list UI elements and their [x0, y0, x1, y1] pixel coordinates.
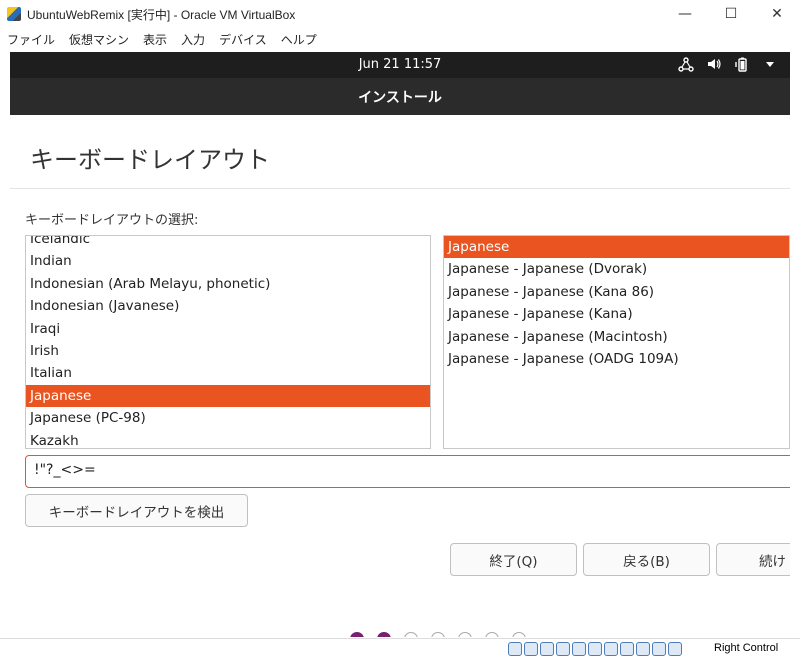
video-capture-icon[interactable]	[620, 642, 634, 656]
layout-item[interactable]: Japanese (PC-98)	[26, 407, 430, 429]
mouse-integration-icon[interactable]	[636, 642, 650, 656]
network-icon[interactable]	[678, 56, 694, 72]
display-icon[interactable]	[604, 642, 618, 656]
menu-devices[interactable]: デバイス	[212, 31, 274, 48]
menu-input[interactable]: 入力	[174, 31, 212, 48]
variant-item[interactable]: Japanese - Japanese (Kana)	[444, 303, 789, 325]
volume-icon[interactable]	[706, 56, 722, 72]
cpu-icon[interactable]	[652, 642, 666, 656]
layout-item[interactable]: Icelandic	[26, 236, 430, 250]
menu-view[interactable]: 表示	[136, 31, 174, 48]
guest-top-bar: Jun 21 11:57	[10, 52, 790, 78]
layout-select-label: キーボードレイアウトの選択:	[25, 213, 199, 228]
menu-file[interactable]: ファイル	[0, 31, 62, 48]
variant-item[interactable]: Japanese - Japanese (Dvorak)	[444, 258, 789, 280]
menu-arrow-icon[interactable]	[762, 56, 778, 72]
title-divider	[10, 188, 790, 189]
shared-folders-icon[interactable]	[588, 642, 602, 656]
variant-list[interactable]: Japanese Japanese - Japanese (Dvorak) Ja…	[443, 235, 790, 449]
progress-dot	[485, 632, 499, 637]
optical-drive-icon[interactable]	[524, 642, 538, 656]
audio-icon[interactable]	[540, 642, 554, 656]
page-title: キーボードレイアウト	[30, 146, 270, 174]
variant-item-selected[interactable]: Japanese	[444, 236, 789, 259]
layout-item-selected[interactable]: Japanese	[26, 384, 430, 408]
host-menu-bar: ファイル 仮想マシン 表示 入力 デバイス ヘルプ	[0, 28, 800, 50]
menu-help[interactable]: ヘルプ	[274, 31, 324, 48]
vm-screen[interactable]: Jun 21 11:57 インストール キーボードレイアウト キーボードレイアウ…	[10, 52, 790, 637]
continue-button[interactable]: 続け	[716, 543, 790, 576]
host-title-bar: UbuntuWebRemix [実行中] - Oracle VM Virtual…	[0, 0, 800, 28]
virtualbox-icon	[7, 7, 21, 21]
layout-item[interactable]: Italian	[26, 362, 430, 384]
back-button[interactable]: 戻る(B)	[583, 543, 710, 576]
system-tray[interactable]	[678, 56, 778, 72]
network-adapter-icon[interactable]	[556, 642, 570, 656]
progress-dots	[350, 632, 526, 637]
hard-disk-icon[interactable]	[508, 642, 522, 656]
progress-dot	[377, 632, 391, 637]
progress-dot	[458, 632, 472, 637]
battery-icon[interactable]	[734, 56, 750, 72]
detect-layout-button[interactable]: キーボードレイアウトを検出	[25, 494, 248, 527]
clock[interactable]: Jun 21 11:57	[10, 57, 790, 72]
progress-dot	[512, 632, 526, 637]
progress-dot	[431, 632, 445, 637]
keyboard-test-input[interactable]: !"?_<>=	[25, 455, 790, 488]
installer-header: インストール	[10, 78, 790, 115]
layout-item[interactable]: Kazakh	[26, 430, 430, 448]
variant-item[interactable]: Japanese - Japanese (Kana 86)	[444, 281, 789, 303]
progress-dot	[404, 632, 418, 637]
status-icons	[508, 642, 682, 656]
usb-icon[interactable]	[572, 642, 586, 656]
layout-item[interactable]: Indonesian (Javanese)	[26, 295, 430, 317]
variant-item[interactable]: Japanese - Japanese (Macintosh)	[444, 326, 789, 348]
layout-item[interactable]: Irish	[26, 340, 430, 362]
host-status-bar: Right Control	[0, 638, 800, 658]
layout-item[interactable]: Indonesian (Arab Melayu, phonetic)	[26, 273, 430, 295]
minimize-button[interactable]: —	[662, 0, 708, 28]
menu-machine[interactable]: 仮想マシン	[62, 31, 136, 48]
layout-item[interactable]: Iraqi	[26, 318, 430, 340]
layout-item[interactable]: Indian	[26, 250, 430, 272]
variant-item[interactable]: Japanese - Japanese (OADG 109A)	[444, 348, 789, 370]
maximize-button[interactable]: ☐	[708, 0, 754, 28]
keyboard-capture-icon[interactable]	[668, 642, 682, 656]
host-key-label: Right Control	[714, 642, 779, 654]
host-window-title: UbuntuWebRemix [実行中] - Oracle VM Virtual…	[27, 7, 296, 22]
layout-list[interactable]: Icelandic Indian Indonesian (Arab Melayu…	[25, 235, 431, 449]
close-button[interactable]: ✕	[754, 0, 800, 28]
quit-button[interactable]: 終了(Q)	[450, 543, 577, 576]
progress-dot	[350, 632, 364, 637]
